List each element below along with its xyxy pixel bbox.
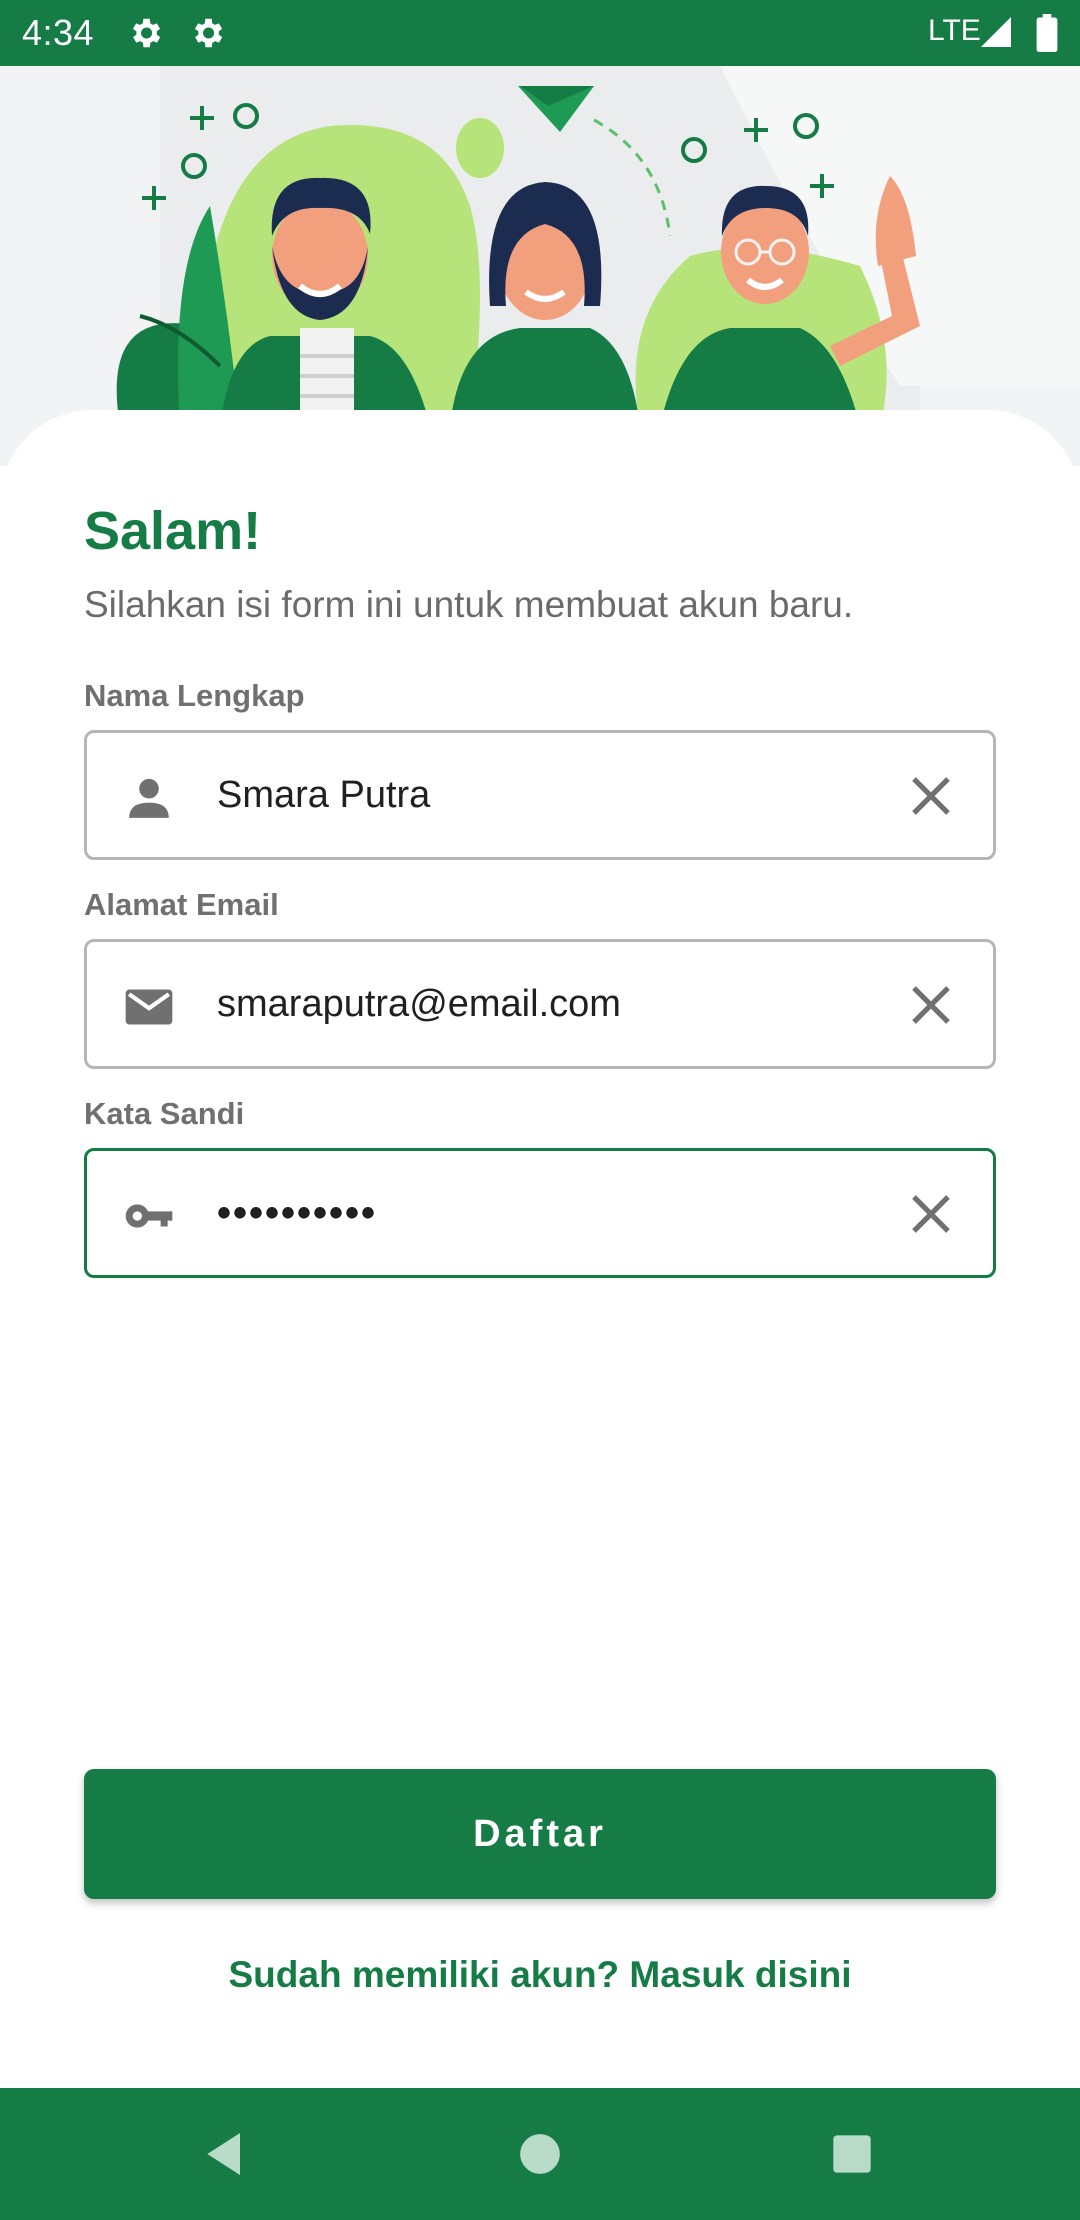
name-field[interactable]: Smara Putra (84, 730, 996, 860)
name-input-value[interactable]: Smara Putra (217, 733, 430, 857)
email-input-value[interactable]: smaraputra@email.com (217, 942, 621, 1066)
clear-password-icon[interactable] (905, 1188, 957, 1240)
key-icon (125, 1204, 173, 1228)
email-label: Alamat Email (84, 887, 279, 922)
battery-icon (1036, 14, 1058, 52)
back-icon[interactable] (198, 2126, 254, 2182)
mail-icon (125, 989, 173, 1025)
gear-icon (132, 18, 161, 48)
status-bar: 4:34 LTE (0, 0, 1080, 66)
password-field[interactable]: •••••••••• (84, 1148, 996, 1278)
login-link[interactable]: Sudah memiliki akun? Masuk disini (0, 1954, 1080, 1996)
signal-icon (981, 17, 1011, 47)
clear-email-icon[interactable] (905, 979, 957, 1031)
password-input-value[interactable]: •••••••••• (217, 1151, 377, 1275)
network-type: LTE (928, 14, 981, 47)
greeting-subtitle: Silahkan isi form ini untuk membuat akun… (84, 584, 854, 625)
gear-icon (194, 18, 223, 48)
home-icon[interactable] (512, 2126, 568, 2182)
clear-name-icon[interactable] (905, 770, 957, 822)
password-label: Kata Sandi (84, 1096, 245, 1131)
recents-icon[interactable] (824, 2126, 880, 2182)
status-time: 4:34 (22, 12, 95, 53)
email-field[interactable]: smaraputra@email.com (84, 939, 996, 1069)
greeting-title: Salam! (84, 501, 262, 561)
name-label: Nama Lengkap (84, 678, 305, 713)
hero-illustration (0, 66, 1080, 466)
navigation-bar (0, 2088, 1080, 2220)
register-button[interactable]: Daftar (84, 1769, 996, 1899)
person-icon (129, 778, 169, 818)
people-illustration (116, 66, 1080, 466)
